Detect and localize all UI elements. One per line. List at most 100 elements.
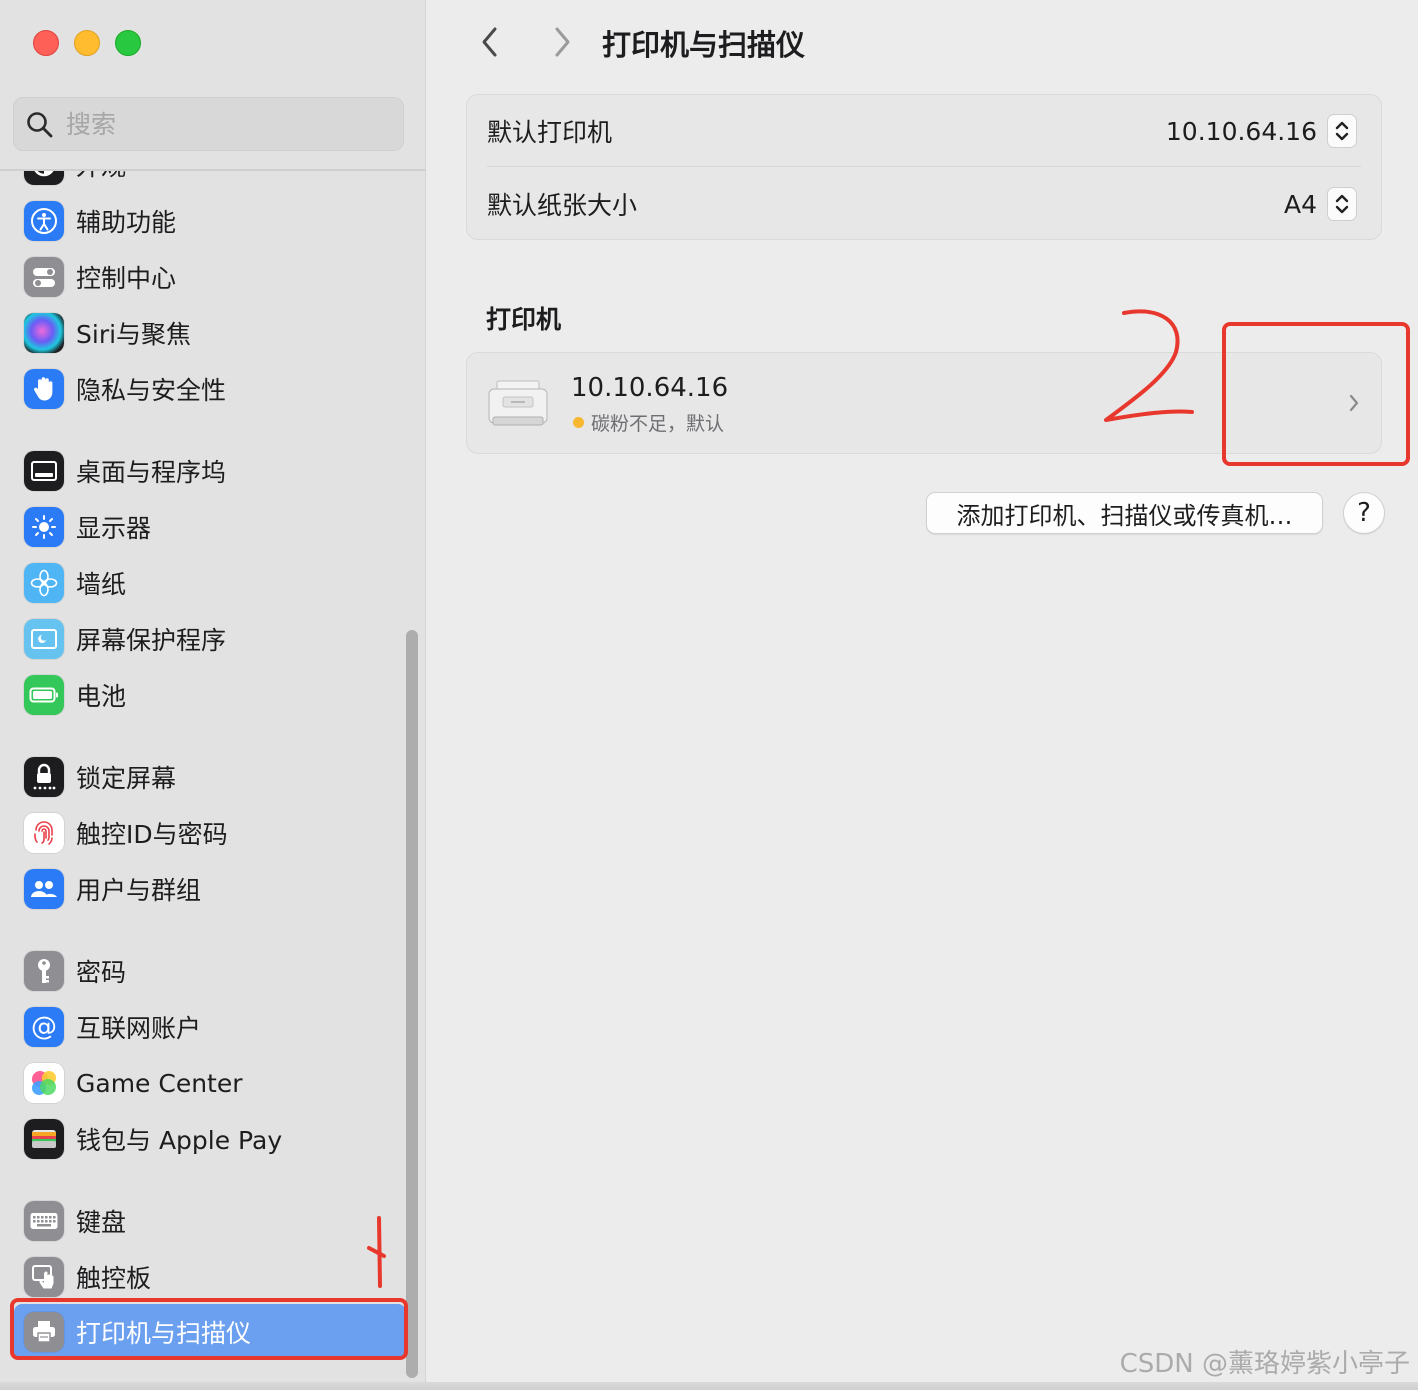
at-icon: @ [24, 1007, 64, 1047]
sidebar-item-printers-scanners[interactable]: 打印机与扫描仪 [14, 1304, 406, 1360]
sidebar-item-displays[interactable]: 显示器 [24, 503, 394, 551]
printers-heading: 打印机 [486, 305, 562, 334]
sidebar-item-label: 显示器 [76, 514, 152, 543]
sidebar-item-label: 隐私与安全性 [76, 376, 227, 405]
sidebar-item-label: 屏幕保护程序 [76, 626, 227, 655]
chevron-left-icon [482, 27, 497, 57]
sidebar-item-label: 辅助功能 [76, 208, 177, 237]
sidebar-item-privacy[interactable]: 隐私与安全性 [24, 365, 394, 413]
sidebar-item-touch-id[interactable]: 触控ID与密码 [24, 809, 394, 857]
sidebar-item-label: 键盘 [76, 1208, 127, 1237]
sidebar-item-label: 互联网账户 [76, 1014, 202, 1043]
control-center-icon [24, 257, 64, 297]
sidebar-item-label: 打印机与扫描仪 [76, 1319, 252, 1348]
help-button[interactable]: ? [1343, 492, 1385, 534]
sun-icon [24, 507, 64, 547]
chevron-right-icon [555, 27, 570, 57]
defaults-card: 默认打印机 10.10.64.16 默认纸张大小 A4 [466, 94, 1382, 240]
sidebar-item-label: 桌面与程序坞 [76, 458, 227, 487]
sidebar-item-desktop-dock[interactable]: 桌面与程序坞 [24, 447, 394, 495]
trackpad-icon [24, 1257, 64, 1297]
default-paper-value[interactable]: A4 [1284, 190, 1317, 219]
search-input[interactable] [66, 106, 386, 142]
sidebar-item-label: 密码 [76, 958, 127, 987]
sidebar-item-game-center[interactable]: Game Center [24, 1059, 394, 1107]
siri-icon [24, 313, 64, 353]
watermark-text: CSDN @薰珞婷紫小亭子 [1119, 1349, 1410, 1379]
search-icon [27, 112, 53, 138]
default-printer-row: 默认打印机 10.10.64.16 [467, 95, 1381, 167]
key-icon [24, 951, 64, 991]
default-printer-label: 默认打印机 [487, 118, 613, 147]
close-window-button[interactable] [33, 30, 59, 56]
search-field[interactable] [13, 97, 404, 151]
dock-icon [24, 451, 64, 491]
add-printer-button[interactable]: 添加打印机、扫描仪或传真机… [926, 492, 1323, 534]
flower-icon [24, 563, 64, 603]
printer-list-item[interactable]: 10.10.64.16 碳粉不足，默认 [466, 352, 1382, 454]
sidebar-item-screensaver[interactable]: 屏幕保护程序 [24, 615, 394, 663]
sidebar-item-label: Game Center [76, 1068, 243, 1098]
screensaver-icon [24, 619, 64, 659]
sidebar: 外观 辅助功能 控制中心 Siri与聚焦 隐私与安全性 [0, 0, 426, 1390]
game-center-icon [24, 1063, 64, 1103]
sidebar-item-battery[interactable]: 电池 [24, 671, 394, 719]
minimize-window-button[interactable] [74, 30, 100, 56]
default-paper-popup-button[interactable] [1327, 187, 1357, 221]
sidebar-scrollbar[interactable] [406, 630, 418, 1378]
zoom-window-button[interactable] [115, 30, 141, 56]
battery-icon [24, 675, 64, 715]
window-bottom-edge [0, 1382, 1418, 1390]
printer-status: 碳粉不足，默认 [573, 409, 724, 436]
default-paper-row: 默认纸张大小 A4 [467, 168, 1381, 240]
sidebar-item-passwords[interactable]: 密码 [24, 947, 394, 995]
row-divider [487, 166, 1361, 167]
chevron-right-icon[interactable] [1347, 391, 1361, 415]
status-dot-icon [573, 417, 584, 428]
default-printer-popup-button[interactable] [1327, 114, 1357, 148]
sidebar-item-appearance[interactable]: 外观 [24, 171, 394, 189]
sidebar-item-lock-screen[interactable]: 锁定屏幕 [24, 753, 394, 801]
printer-icon [24, 1312, 64, 1352]
sidebar-item-wallet[interactable]: 钱包与 Apple Pay [24, 1115, 394, 1163]
updown-chevron-icon [1335, 194, 1349, 214]
sidebar-item-siri[interactable]: Siri与聚焦 [24, 309, 394, 357]
default-paper-label: 默认纸张大小 [487, 191, 638, 220]
lock-icon [24, 757, 64, 797]
sidebar-item-label: 电池 [76, 682, 127, 711]
users-icon [24, 869, 64, 909]
sidebar-item-keyboard[interactable]: 键盘 [24, 1197, 394, 1245]
sidebar-item-label: 钱包与 Apple Pay [76, 1126, 283, 1155]
printer-device-icon [488, 380, 548, 426]
keyboard-icon [24, 1201, 64, 1241]
sidebar-item-label: 控制中心 [76, 264, 177, 293]
default-printer-value[interactable]: 10.10.64.16 [1166, 117, 1317, 146]
navigation-controls [470, 22, 582, 62]
main-pane: 打印机与扫描仪 默认打印机 10.10.64.16 默认纸张大小 A4 打印机 [426, 0, 1418, 1390]
sidebar-item-label: 锁定屏幕 [76, 764, 177, 793]
fingerprint-icon [24, 813, 64, 853]
sidebar-item-label: 触控板 [76, 1264, 152, 1293]
wallet-icon [24, 1119, 64, 1159]
sidebar-item-accessibility[interactable]: 辅助功能 [24, 197, 394, 245]
sidebar-item-label: Siri与聚焦 [76, 320, 192, 349]
sidebar-item-label: 用户与群组 [76, 876, 202, 905]
page-title: 打印机与扫描仪 [602, 28, 806, 62]
sidebar-item-control-center[interactable]: 控制中心 [24, 253, 394, 301]
sidebar-item-internet-accounts[interactable]: @ 互联网账户 [24, 1003, 394, 1051]
back-button[interactable] [470, 22, 510, 62]
printer-name: 10.10.64.16 [571, 373, 729, 403]
accessibility-icon [24, 201, 64, 241]
sidebar-item-wallpaper[interactable]: 墙纸 [24, 559, 394, 607]
sidebar-item-trackpad[interactable]: 触控板 [24, 1253, 394, 1301]
sidebar-item-label: 外观 [76, 171, 126, 183]
sidebar-list: 外观 辅助功能 控制中心 Siri与聚焦 隐私与安全性 [0, 171, 425, 1390]
forward-button[interactable] [542, 22, 582, 62]
window-controls [33, 30, 141, 56]
appearance-icon [24, 171, 64, 185]
printer-status-text: 碳粉不足，默认 [591, 413, 725, 435]
sidebar-item-label: 触控ID与密码 [76, 820, 228, 849]
sidebar-item-users-groups[interactable]: 用户与群组 [24, 865, 394, 913]
sidebar-item-label: 墙纸 [76, 570, 127, 599]
hand-icon [24, 369, 64, 409]
